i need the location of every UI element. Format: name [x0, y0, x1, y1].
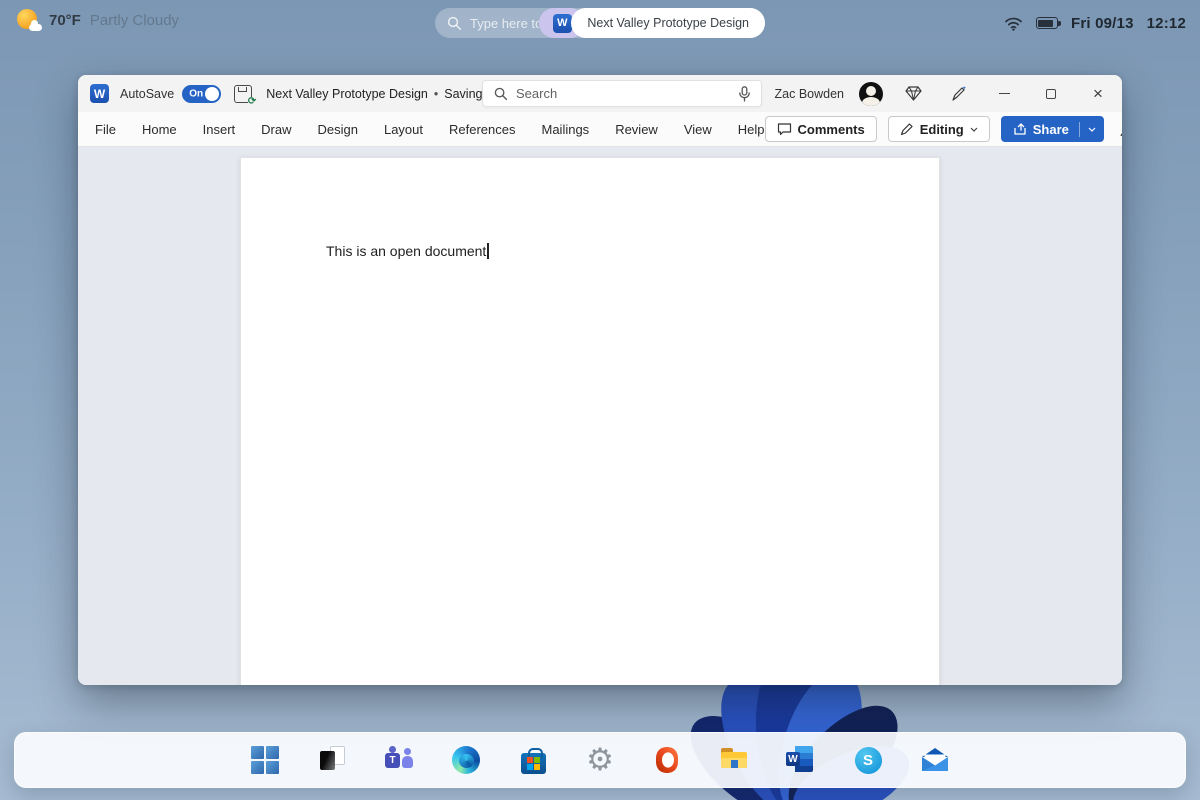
skype-icon: S	[855, 747, 882, 774]
designer-button[interactable]	[898, 80, 928, 108]
close-button[interactable]: ×	[1082, 79, 1114, 109]
account-name[interactable]: Zac Bowden	[775, 87, 844, 101]
taskbar-edge-button[interactable]	[451, 745, 481, 775]
sync-badge-icon: ⟳	[248, 97, 256, 107]
active-app-chip[interactable]: W Next Valley Prototype Design	[539, 8, 765, 38]
save-button[interactable]: ⟳	[234, 85, 252, 103]
chevron-down-icon	[1088, 127, 1096, 132]
tab-layout[interactable]: Layout	[384, 122, 423, 137]
tab-mailings[interactable]: Mailings	[542, 122, 590, 137]
taskbar-store-button[interactable]	[518, 745, 548, 775]
comment-bubble-icon	[777, 122, 792, 136]
weather-condition: Partly Cloudy	[90, 12, 179, 29]
title-separator: •	[434, 87, 438, 101]
tab-draw[interactable]: Draw	[261, 122, 291, 137]
tab-review[interactable]: Review	[615, 122, 658, 137]
titlebar-right-cluster: Zac Bowden ×	[775, 75, 1114, 112]
microsoft-store-icon	[521, 753, 546, 774]
desktop-search-input[interactable]	[470, 16, 539, 31]
minimize-button[interactable]	[988, 79, 1020, 109]
pencil-icon	[900, 122, 914, 136]
word-logo-icon: W	[90, 84, 109, 103]
teams-icon: T	[385, 753, 400, 768]
search-icon	[447, 16, 462, 31]
ribbon-bar: File Home Insert Draw Design Layout Refe…	[78, 112, 1122, 147]
active-app-label[interactable]: Next Valley Prototype Design	[571, 8, 765, 38]
comments-button[interactable]: Comments	[765, 116, 877, 142]
maximize-button[interactable]	[1035, 79, 1067, 109]
editing-label: Editing	[920, 122, 964, 137]
tray-date[interactable]: Fri 09/13	[1071, 15, 1134, 32]
edge-icon	[452, 746, 480, 774]
taskbar-word-button[interactable]: W	[786, 745, 816, 775]
tab-design[interactable]: Design	[318, 122, 358, 137]
document-canvas: This is an open document	[78, 147, 1122, 685]
autosave-toggle[interactable]: On	[182, 85, 221, 103]
word-titlebar: W AutoSave On ⟳ Next Valley Prototype De…	[78, 75, 1122, 112]
system-tray[interactable]: Fri 09/13 12:12	[1004, 9, 1186, 37]
word-window: W AutoSave On ⟳ Next Valley Prototype De…	[78, 75, 1122, 685]
weather-widget[interactable]: 70°F Partly Cloudy	[16, 8, 179, 32]
document-title-menu[interactable]: Next Valley Prototype Design • Saving...	[266, 87, 508, 101]
tab-insert[interactable]: Insert	[203, 122, 236, 137]
search-icon	[494, 87, 508, 101]
chevron-down-icon	[970, 127, 978, 132]
close-icon: ×	[1093, 85, 1103, 102]
weather-temp: 70°F	[49, 12, 81, 29]
top-widget-bar: 70°F Partly Cloudy W Next Valley Prototy…	[0, 0, 1200, 46]
catch-up-button[interactable]	[1115, 115, 1122, 143]
taskbar-mail-button[interactable]	[920, 745, 950, 775]
taskbar-start-button[interactable]	[250, 745, 280, 775]
document-page[interactable]: This is an open document	[240, 157, 940, 685]
ribbon-tabs: File Home Insert Draw Design Layout Refe…	[95, 122, 765, 137]
tab-references[interactable]: References	[449, 122, 515, 137]
document-text-line: This is an open document	[326, 243, 489, 259]
maximize-icon	[1046, 89, 1056, 99]
tab-view[interactable]: View	[684, 122, 712, 137]
taskbar-skype-button[interactable]: S	[853, 745, 883, 775]
desktop-search-bar[interactable]: W Next Valley Prototype Design	[435, 8, 765, 38]
document-title: Next Valley Prototype Design	[266, 87, 428, 101]
ribbon-right-cluster: Comments Editing Share	[765, 115, 1122, 143]
minimize-icon	[999, 93, 1010, 94]
word-search-input[interactable]	[516, 86, 728, 101]
microphone-icon[interactable]	[738, 86, 751, 102]
comments-label: Comments	[798, 122, 865, 137]
taskbar-teams-button[interactable]: T	[384, 745, 414, 775]
pen-sparkle-icon	[950, 85, 967, 102]
person-chat-icon	[1120, 121, 1122, 137]
tab-help[interactable]: Help	[738, 122, 765, 137]
autosave-label: AutoSave	[120, 87, 174, 101]
taskbar: T ⚙ W S	[14, 732, 1186, 788]
taskbar-task-view-button[interactable]	[317, 745, 347, 775]
taskbar-file-explorer-button[interactable]	[719, 745, 749, 775]
word-logo-icon: W	[553, 14, 572, 33]
editor-pen-button[interactable]	[943, 80, 973, 108]
tray-time[interactable]: 12:12	[1147, 15, 1186, 32]
taskbar-settings-button[interactable]: ⚙	[585, 745, 615, 775]
share-button[interactable]: Share	[1001, 116, 1104, 142]
editing-mode-button[interactable]: Editing	[888, 116, 990, 142]
windows-logo-icon	[251, 746, 279, 774]
wifi-icon[interactable]	[1004, 16, 1023, 31]
share-label: Share	[1033, 122, 1069, 137]
office-icon	[654, 746, 680, 774]
battery-icon[interactable]	[1036, 17, 1058, 29]
taskbar-office-button[interactable]	[652, 745, 682, 775]
text-caret	[487, 243, 489, 259]
designer-diamond-icon	[905, 86, 922, 101]
settings-gear-icon: ⚙	[586, 745, 614, 776]
mail-icon	[921, 748, 949, 772]
share-icon	[1013, 122, 1027, 136]
word-search-box[interactable]	[482, 80, 762, 107]
partly-cloudy-icon	[16, 8, 40, 32]
account-avatar[interactable]	[859, 82, 883, 106]
tab-home[interactable]: Home	[142, 122, 177, 137]
tab-file[interactable]: File	[95, 122, 116, 137]
autosave-toggle-state: On	[189, 88, 203, 99]
toggle-knob	[205, 87, 219, 101]
